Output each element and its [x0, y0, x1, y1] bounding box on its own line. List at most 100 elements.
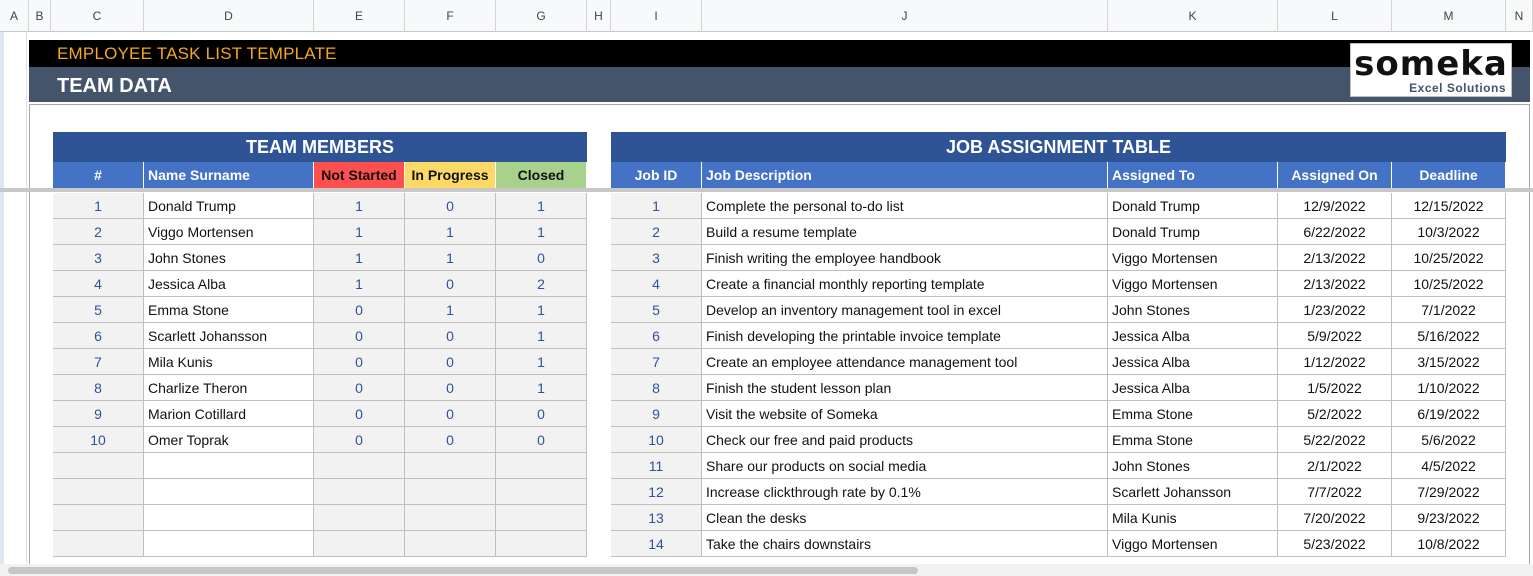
header-index[interactable]: # [53, 162, 144, 188]
not-started-count-cell[interactable]: 0 [314, 323, 405, 349]
assigned-to-cell[interactable]: Donald Trump [1108, 219, 1278, 245]
not-started-count-cell[interactable]: 1 [314, 245, 405, 271]
in-progress-count-cell[interactable]: 1 [405, 297, 496, 323]
header-assigned-to[interactable]: Assigned To [1108, 162, 1278, 188]
job-description-cell[interactable]: Check our free and paid products [702, 427, 1108, 453]
assigned-on-cell[interactable]: 6/22/2022 [1278, 219, 1392, 245]
job-id-cell[interactable]: 10 [611, 427, 702, 453]
member-name-cell[interactable]: John Stones [144, 245, 314, 271]
job-id-cell[interactable]: 13 [611, 505, 702, 531]
assigned-to-cell[interactable]: Viggo Mortensen [1108, 245, 1278, 271]
not-started-count-cell[interactable]: 0 [314, 375, 405, 401]
deadline-cell[interactable]: 10/3/2022 [1392, 219, 1506, 245]
assigned-on-cell[interactable]: 7/20/2022 [1278, 505, 1392, 531]
deadline-cell[interactable]: 6/19/2022 [1392, 401, 1506, 427]
member-index-cell[interactable]: 6 [53, 323, 144, 349]
in-progress-count-cell[interactable]: 0 [405, 375, 496, 401]
member-name-cell[interactable]: Mila Kunis [144, 349, 314, 375]
member-index-cell[interactable]: 5 [53, 297, 144, 323]
header-deadline[interactable]: Deadline [1392, 162, 1506, 188]
member-index-cell[interactable]: 1 [53, 193, 144, 219]
assigned-on-cell[interactable]: 5/2/2022 [1278, 401, 1392, 427]
assigned-to-cell[interactable]: John Stones [1108, 297, 1278, 323]
deadline-cell[interactable]: 4/5/2022 [1392, 453, 1506, 479]
member-name-cell[interactable]: Emma Stone [144, 297, 314, 323]
column-header[interactable]: K [1108, 0, 1278, 32]
closed-count-cell[interactable] [496, 505, 587, 531]
member-index-cell[interactable]: 2 [53, 219, 144, 245]
job-id-cell[interactable]: 4 [611, 271, 702, 297]
member-index-cell[interactable] [53, 531, 144, 557]
member-index-cell[interactable]: 7 [53, 349, 144, 375]
closed-count-cell[interactable]: 1 [496, 375, 587, 401]
header-job-description[interactable]: Job Description [702, 162, 1108, 188]
assigned-on-cell[interactable]: 2/13/2022 [1278, 245, 1392, 271]
assigned-to-cell[interactable]: Mila Kunis [1108, 505, 1278, 531]
in-progress-count-cell[interactable]: 0 [405, 193, 496, 219]
member-name-cell[interactable] [144, 479, 314, 505]
job-id-cell[interactable]: 2 [611, 219, 702, 245]
column-header[interactable]: D [144, 0, 314, 32]
member-name-cell[interactable] [144, 505, 314, 531]
member-index-cell[interactable]: 10 [53, 427, 144, 453]
job-description-cell[interactable]: Increase clickthrough rate by 0.1% [702, 479, 1108, 505]
job-description-cell[interactable]: Develop an inventory management tool in … [702, 297, 1108, 323]
in-progress-count-cell[interactable]: 0 [405, 323, 496, 349]
member-name-cell[interactable]: Jessica Alba [144, 271, 314, 297]
member-name-cell[interactable]: Marion Cotillard [144, 401, 314, 427]
deadline-cell[interactable]: 12/15/2022 [1392, 193, 1506, 219]
deadline-cell[interactable]: 1/10/2022 [1392, 375, 1506, 401]
column-header[interactable]: J [702, 0, 1108, 32]
member-index-cell[interactable]: 8 [53, 375, 144, 401]
closed-count-cell[interactable]: 1 [496, 323, 587, 349]
deadline-cell[interactable]: 10/8/2022 [1392, 531, 1506, 557]
not-started-count-cell[interactable]: 1 [314, 193, 405, 219]
assigned-on-cell[interactable]: 1/23/2022 [1278, 297, 1392, 323]
deadline-cell[interactable]: 7/29/2022 [1392, 479, 1506, 505]
freeze-line[interactable] [0, 188, 1533, 192]
job-id-cell[interactable]: 14 [611, 531, 702, 557]
column-header[interactable]: H [587, 0, 611, 32]
assigned-to-cell[interactable]: Donald Trump [1108, 193, 1278, 219]
job-id-cell[interactable]: 9 [611, 401, 702, 427]
closed-count-cell[interactable]: 0 [496, 427, 587, 453]
closed-count-cell[interactable]: 1 [496, 297, 587, 323]
in-progress-count-cell[interactable] [405, 453, 496, 479]
deadline-cell[interactable]: 5/16/2022 [1392, 323, 1506, 349]
in-progress-count-cell[interactable]: 0 [405, 349, 496, 375]
in-progress-count-cell[interactable] [405, 479, 496, 505]
closed-count-cell[interactable]: 1 [496, 219, 587, 245]
header-closed[interactable]: Closed [496, 162, 587, 188]
not-started-count-cell[interactable] [314, 505, 405, 531]
in-progress-count-cell[interactable]: 0 [405, 271, 496, 297]
job-id-cell[interactable]: 11 [611, 453, 702, 479]
column-header[interactable]: E [314, 0, 405, 32]
job-id-cell[interactable]: 12 [611, 479, 702, 505]
assigned-to-cell[interactable]: Emma Stone [1108, 401, 1278, 427]
job-id-cell[interactable]: 6 [611, 323, 702, 349]
deadline-cell[interactable]: 3/15/2022 [1392, 349, 1506, 375]
assigned-to-cell[interactable]: Emma Stone [1108, 427, 1278, 453]
job-id-cell[interactable]: 3 [611, 245, 702, 271]
assigned-on-cell[interactable]: 1/5/2022 [1278, 375, 1392, 401]
member-index-cell[interactable] [53, 505, 144, 531]
assigned-on-cell[interactable]: 1/12/2022 [1278, 349, 1392, 375]
deadline-cell[interactable]: 10/25/2022 [1392, 245, 1506, 271]
not-started-count-cell[interactable] [314, 479, 405, 505]
job-description-cell[interactable]: Visit the website of Someka [702, 401, 1108, 427]
member-name-cell[interactable]: Charlize Theron [144, 375, 314, 401]
job-description-cell[interactable]: Clean the desks [702, 505, 1108, 531]
member-name-cell[interactable]: Scarlett Johansson [144, 323, 314, 349]
in-progress-count-cell[interactable]: 1 [405, 245, 496, 271]
column-header[interactable]: G [496, 0, 587, 32]
assigned-to-cell[interactable]: Scarlett Johansson [1108, 479, 1278, 505]
member-index-cell[interactable] [53, 479, 144, 505]
column-header[interactable]: N [1506, 0, 1533, 32]
column-header[interactable]: A [0, 0, 29, 32]
column-header[interactable]: F [405, 0, 496, 32]
column-header[interactable]: I [611, 0, 702, 32]
job-description-cell[interactable]: Finish developing the printable invoice … [702, 323, 1108, 349]
job-id-cell[interactable]: 8 [611, 375, 702, 401]
member-name-cell[interactable] [144, 531, 314, 557]
assigned-to-cell[interactable]: Jessica Alba [1108, 349, 1278, 375]
